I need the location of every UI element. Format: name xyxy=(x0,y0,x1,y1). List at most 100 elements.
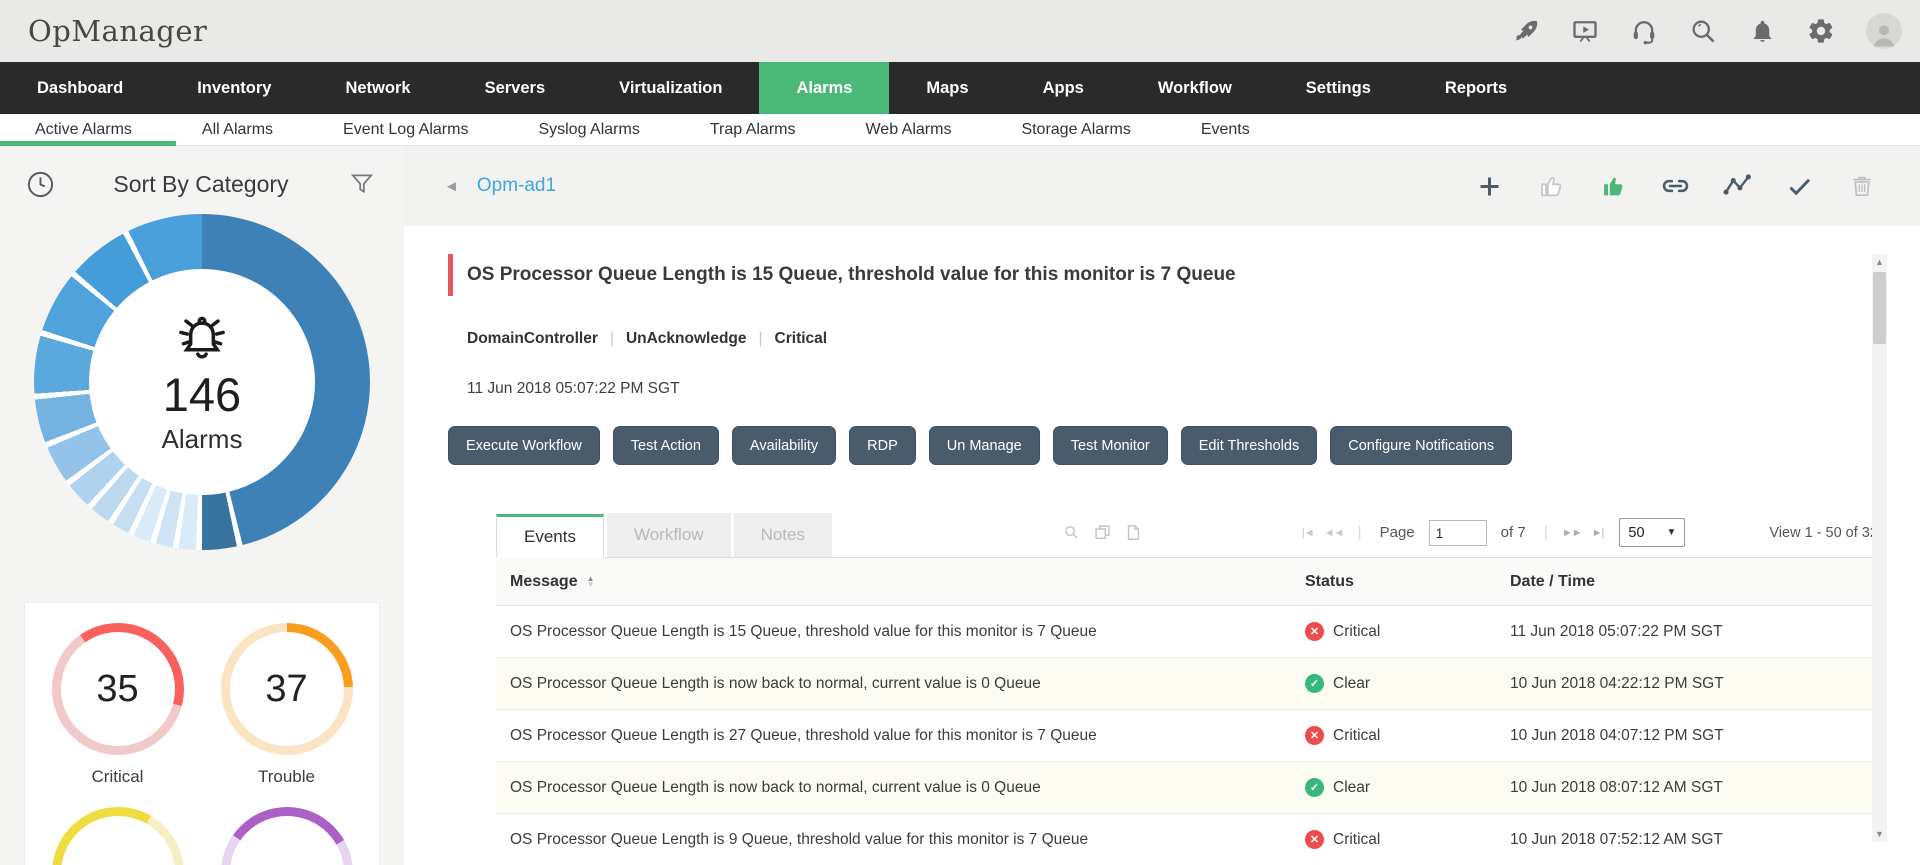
subnav-item[interactable]: Event Log Alarms xyxy=(308,121,503,139)
nav-item[interactable]: Virtualization xyxy=(582,62,759,114)
subnav-item[interactable]: All Alarms xyxy=(167,121,308,139)
subnav-item[interactable]: Events xyxy=(1166,121,1285,139)
table-row[interactable]: OS Processor Queue Length is now back to… xyxy=(496,658,1886,710)
column-header-datetime[interactable]: Date / Time xyxy=(1496,573,1886,591)
nav-item[interactable]: Inventory xyxy=(160,62,308,114)
chevron-down-icon: ▼ xyxy=(1666,527,1677,538)
app-logo[interactable]: OpManager xyxy=(28,14,207,48)
filter-funnel-icon[interactable] xyxy=(344,166,380,202)
alarm-action-button[interactable]: Un Manage xyxy=(928,426,1040,465)
nav-item[interactable]: Dashboard xyxy=(0,62,160,114)
alarms-subnav: Active Alarms All Alarms Event Log Alarms S… xyxy=(0,114,1920,146)
event-message: OS Processor Queue Length is 27 Queue, t… xyxy=(510,726,1097,744)
zoom-icon[interactable] xyxy=(1063,524,1080,541)
thumbs-up-outline-icon[interactable] xyxy=(1537,172,1566,201)
tab[interactable]: Events xyxy=(496,514,604,558)
bell-icon[interactable] xyxy=(1748,17,1776,45)
add-icon[interactable] xyxy=(1475,172,1504,201)
back-arrow-icon[interactable]: ◄ xyxy=(444,178,459,195)
clock-icon[interactable] xyxy=(22,166,58,202)
user-avatar[interactable] xyxy=(1866,13,1902,49)
last-page-icon[interactable]: ►| xyxy=(1592,527,1605,539)
document-icon[interactable] xyxy=(1125,524,1142,541)
table-row[interactable]: OS Processor Queue Length is 9 Queue, th… xyxy=(496,814,1886,865)
scrollbar-thumb[interactable] xyxy=(1873,272,1886,344)
workflow-zigzag-icon[interactable] xyxy=(1723,172,1752,201)
subnav-item[interactable]: Syslog Alarms xyxy=(503,121,674,139)
alarm-action-button[interactable]: Test Monitor xyxy=(1052,426,1168,465)
gear-icon[interactable] xyxy=(1807,17,1835,45)
rocket-icon[interactable] xyxy=(1512,17,1540,45)
scroll-up-icon[interactable]: ▲ xyxy=(1875,254,1884,270)
presentation-play-icon[interactable] xyxy=(1571,17,1599,45)
category-sidebar: Sort By Category 146 Alarms 35 Critical … xyxy=(0,146,404,865)
thumbs-up-filled-icon[interactable] xyxy=(1599,172,1628,201)
first-page-icon[interactable]: |◄ xyxy=(1302,527,1315,539)
column-header-status[interactable]: Status xyxy=(1291,573,1496,591)
next-page-icon[interactable]: ►► xyxy=(1562,527,1583,539)
alarm-action-button[interactable]: Execute Workflow xyxy=(448,426,600,465)
opmanager-app: OpManager Dashboard Inventory Network Se… xyxy=(0,0,1920,865)
check-icon[interactable] xyxy=(1785,172,1814,201)
subnav-item[interactable]: Storage Alarms xyxy=(986,121,1165,139)
severity-gauge[interactable]: 37 Trouble xyxy=(220,623,353,787)
page-size-select[interactable]: 50 ▼ xyxy=(1619,518,1686,547)
donut-center: 146 Alarms xyxy=(89,269,315,495)
alarm-action-button[interactable]: Test Action xyxy=(612,426,719,465)
alarm-action-button[interactable]: Configure Notifications xyxy=(1330,426,1513,465)
alarms-donut-chart[interactable]: 146 Alarms xyxy=(34,214,370,550)
alarm-meta-part: UnAcknowledge xyxy=(598,330,747,348)
alarm-title-row: OS Processor Queue Length is 15 Queue, t… xyxy=(448,254,1920,296)
nav-item[interactable]: Workflow xyxy=(1121,62,1269,114)
alarm-action-button[interactable]: Edit Thresholds xyxy=(1180,426,1318,465)
nav-item[interactable]: Maps xyxy=(889,62,1005,114)
tab[interactable]: Workflow xyxy=(606,513,731,557)
page-size-value: 50 xyxy=(1628,524,1645,541)
nav-item[interactable]: Network xyxy=(308,62,447,114)
severity-gauge-partial[interactable] xyxy=(220,807,353,865)
page-number-input[interactable] xyxy=(1428,519,1487,546)
subnav-item[interactable]: Trap Alarms xyxy=(675,121,831,139)
tab[interactable]: Notes xyxy=(733,513,832,557)
table-row[interactable]: OS Processor Queue Length is 15 Queue, t… xyxy=(496,606,1886,658)
alarm-action-button[interactable]: Availability xyxy=(731,426,837,465)
event-status: Critical xyxy=(1291,726,1496,745)
nav-item[interactable]: Apps xyxy=(1006,62,1121,114)
prev-page-icon[interactable]: ◄◄ xyxy=(1324,527,1345,539)
export-window-icon[interactable] xyxy=(1094,524,1111,541)
gauge-label: Critical xyxy=(91,767,144,786)
events-table: Message ▲ ▼ Status Date / Time OS Process… xyxy=(496,558,1886,865)
trash-icon[interactable] xyxy=(1847,172,1876,201)
gauge-ring xyxy=(220,807,353,865)
pagination-divider: | xyxy=(1357,523,1362,541)
alarm-action-icons xyxy=(1475,172,1902,201)
severity-gauge[interactable]: 35 Critical xyxy=(51,623,184,787)
breadcrumb-device-link[interactable]: Opm-ad1 xyxy=(477,175,556,197)
column-header-message[interactable]: Message ▲ ▼ xyxy=(496,573,1291,591)
vertical-scrollbar[interactable]: ▲ ▼ xyxy=(1872,254,1887,842)
table-header-row: Message ▲ ▼ Status Date / Time xyxy=(496,558,1886,606)
nav-item[interactable]: Alarms xyxy=(759,62,890,114)
alarm-action-button[interactable]: RDP xyxy=(849,426,916,465)
event-datetime: 10 Jun 2018 04:22:12 PM SGT xyxy=(1510,674,1724,692)
gauge-label: Trouble xyxy=(257,767,315,786)
alarm-count: 146 xyxy=(162,368,242,421)
subnav-item[interactable]: Active Alarms xyxy=(0,121,167,139)
event-message: OS Processor Queue Length is now back to… xyxy=(510,778,1041,796)
search-icon[interactable] xyxy=(1689,17,1717,45)
table-row[interactable]: OS Processor Queue Length is now back to… xyxy=(496,762,1886,814)
severity-gauge-partial[interactable] xyxy=(51,807,184,865)
app-header: OpManager xyxy=(0,0,1920,62)
nav-item[interactable]: Reports xyxy=(1408,62,1544,114)
scroll-down-icon[interactable]: ▼ xyxy=(1875,826,1884,842)
gauge-value: 37 xyxy=(265,667,308,710)
nav-item[interactable]: Settings xyxy=(1269,62,1408,114)
subnav-item[interactable]: Web Alarms xyxy=(830,121,986,139)
partial-gauge-grid xyxy=(33,807,371,865)
sort-icon[interactable]: ▲ ▼ xyxy=(587,574,595,588)
table-row[interactable]: OS Processor Queue Length is 27 Queue, t… xyxy=(496,710,1886,762)
headset-icon[interactable] xyxy=(1630,17,1658,45)
severity-gauges-card: 35 Critical 37 Trouble xyxy=(24,602,380,865)
nav-item[interactable]: Servers xyxy=(448,62,583,114)
link-chain-icon[interactable] xyxy=(1661,172,1690,201)
